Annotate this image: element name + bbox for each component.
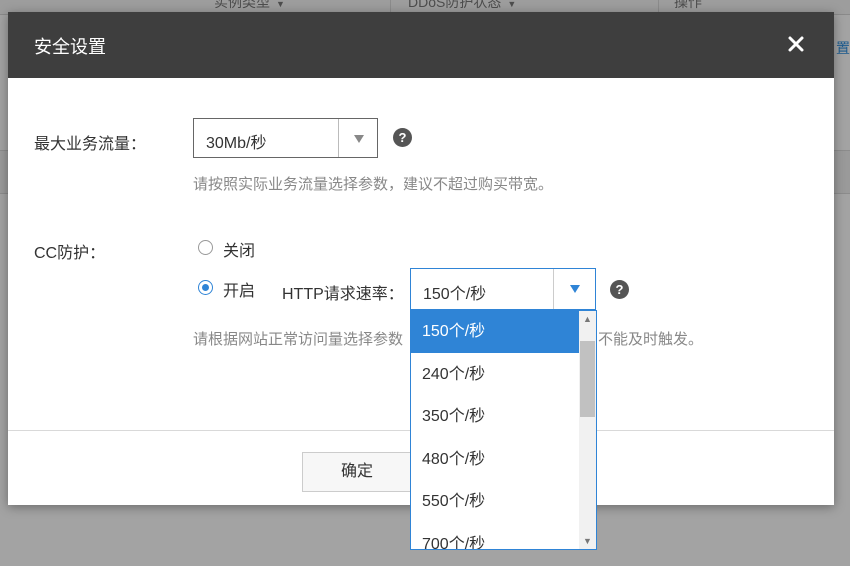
select-arrow-button[interactable]: [553, 269, 596, 309]
close-button[interactable]: [784, 32, 808, 56]
cc-off-radio[interactable]: [198, 240, 213, 255]
select-arrow-button[interactable]: [338, 119, 379, 157]
http-rate-select[interactable]: 150个/秒: [410, 268, 596, 310]
scrollbar-thumb[interactable]: [580, 341, 595, 417]
cc-on-radio[interactable]: [198, 280, 213, 295]
http-rate-label: HTTP请求速率：: [282, 286, 404, 303]
column-ddos-status: DDoS防护状态 ▼: [408, 0, 517, 10]
dialog-header: 安全设置: [8, 12, 834, 78]
scroll-down-icon[interactable]: ▼: [579, 533, 596, 549]
chevron-down-icon: [354, 135, 364, 143]
background-settings-link: 置: [836, 40, 850, 56]
dropdown-option[interactable]: 150个/秒: [411, 311, 579, 353]
max-traffic-label: 最大业务流量：: [34, 136, 147, 153]
dialog-title: 安全设置: [34, 37, 106, 57]
max-traffic-hint: 请按照实际业务流量选择参数，建议不超过购买带宽。: [193, 176, 554, 193]
cc-hint-end: 不能及时触发。: [598, 331, 704, 348]
dropdown-scrollbar[interactable]: ▲ ▼: [579, 311, 596, 549]
question-mark-icon[interactable]: ?: [393, 128, 412, 147]
cc-hint-start: 请根据网站正常访问量选择参数: [193, 331, 404, 348]
dropdown-option[interactable]: 550个/秒: [411, 481, 579, 523]
caret-down-icon: ▼: [276, 0, 285, 9]
max-traffic-value: 30Mb/秒: [206, 135, 267, 152]
http-rate-value: 150个/秒: [423, 286, 487, 303]
dropdown-option[interactable]: 240个/秒: [411, 354, 579, 396]
close-icon: [788, 36, 804, 52]
cc-protection-label: CC防护：: [34, 245, 106, 262]
confirm-button[interactable]: 确定: [302, 452, 412, 492]
question-mark-icon[interactable]: ?: [610, 280, 629, 299]
cc-off-label[interactable]: 关闭: [223, 237, 255, 261]
dropdown-option[interactable]: 350个/秒: [411, 396, 579, 438]
dropdown-option[interactable]: 480个/秒: [411, 439, 579, 481]
cc-on-label[interactable]: 开启: [223, 277, 255, 301]
max-traffic-select[interactable]: 30Mb/秒: [193, 118, 378, 158]
column-instance-type: 实例类型 ▼: [214, 0, 285, 10]
caret-down-icon: ▼: [507, 0, 517, 9]
dropdown-option[interactable]: 700个/秒: [411, 524, 579, 549]
chevron-down-icon: [570, 285, 580, 293]
column-actions: 操作: [674, 0, 702, 10]
scroll-up-icon[interactable]: ▲: [579, 311, 596, 327]
http-rate-dropdown-list[interactable]: 150个/秒 240个/秒 350个/秒 480个/秒 550个/秒 700个/…: [410, 310, 597, 550]
